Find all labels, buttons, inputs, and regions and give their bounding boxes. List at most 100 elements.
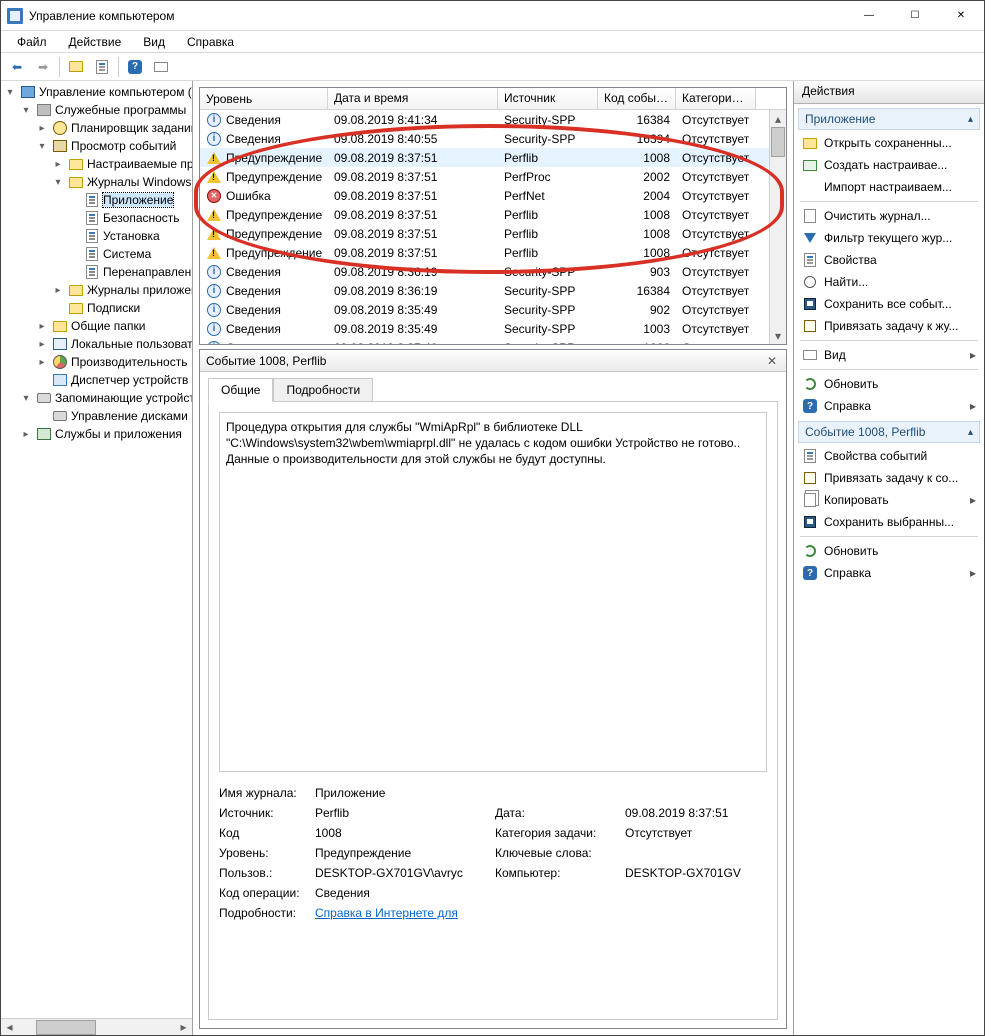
maximize-button[interactable]: ☐ bbox=[892, 1, 938, 31]
event-row[interactable]: Предупреждение09.08.2019 8:37:51PerfProc… bbox=[200, 167, 786, 186]
tree-device-manager[interactable]: Диспетчер устройств bbox=[33, 371, 192, 389]
action-filter-log[interactable]: Фильтр текущего жур... bbox=[798, 227, 980, 249]
menu-view[interactable]: Вид bbox=[133, 33, 175, 51]
event-row[interactable]: Предупреждение09.08.2019 8:37:51Perflib1… bbox=[200, 243, 786, 262]
toolbar-properties[interactable] bbox=[90, 55, 114, 79]
action-event-refresh[interactable]: Обновить bbox=[798, 540, 980, 562]
expander-icon[interactable]: ▸ bbox=[35, 337, 49, 351]
tree-horizontal-scrollbar[interactable]: ◂ ▸ bbox=[1, 1018, 192, 1035]
expander-icon[interactable]: ▾ bbox=[3, 85, 17, 99]
toolbar-action-pane[interactable] bbox=[149, 55, 173, 79]
tree-log-forwarded[interactable]: Перенаправление bbox=[65, 263, 192, 281]
tree-custom-views[interactable]: ▸ Настраиваемые представления bbox=[49, 155, 192, 173]
tab-details[interactable]: Подробности bbox=[273, 378, 373, 401]
action-refresh[interactable]: Обновить bbox=[798, 373, 980, 395]
tree-services-apps[interactable]: ▸ Службы и приложения bbox=[17, 425, 192, 443]
event-row[interactable]: Сведения09.08.2019 8:36:19Security-SPP90… bbox=[200, 262, 786, 281]
tree-task-scheduler[interactable]: ▸ Планировщик заданий bbox=[33, 119, 192, 137]
event-row[interactable]: Сведения09.08.2019 8:36:19Security-SPP16… bbox=[200, 281, 786, 300]
tree-log-setup[interactable]: Установка bbox=[65, 227, 192, 245]
event-row[interactable]: Сведения09.08.2019 8:35:40Security-SPP10… bbox=[200, 338, 786, 344]
event-row[interactable]: Предупреждение09.08.2019 8:37:51Perflib1… bbox=[200, 205, 786, 224]
action-view[interactable]: Вид ▸ bbox=[798, 344, 980, 366]
action-import-custom-view[interactable]: Импорт настраиваем... bbox=[798, 176, 980, 198]
tree-local-users[interactable]: ▸ Локальные пользователи bbox=[33, 335, 192, 353]
col-category[interactable]: Категория з... bbox=[676, 88, 756, 109]
collapse-icon[interactable]: ▴ bbox=[968, 114, 973, 125]
action-create-custom-view[interactable]: Создать настраивае... bbox=[798, 154, 980, 176]
minimize-button[interactable]: — bbox=[846, 1, 892, 31]
scroll-up-icon[interactable]: ▴ bbox=[770, 110, 786, 127]
tree-storage[interactable]: ▾ Запоминающие устройства Управление дис… bbox=[17, 389, 192, 425]
action-event-help[interactable]: Справка ▸ bbox=[798, 562, 980, 584]
scroll-right-icon[interactable]: ▸ bbox=[175, 1019, 192, 1036]
action-group-event[interactable]: Событие 1008, Perflib ▴ bbox=[798, 421, 980, 443]
action-copy[interactable]: Копировать ▸ bbox=[798, 489, 980, 511]
tree-shared-folders[interactable]: ▸ Общие папки bbox=[33, 317, 192, 335]
tree-subscriptions[interactable]: Подписки bbox=[49, 299, 192, 317]
toolbar-forward[interactable]: ➡ bbox=[31, 55, 55, 79]
tree-windows-logs[interactable]: ▾ Журналы Windows bbox=[49, 173, 192, 281]
tree-system-tools[interactable]: ▾ Служебные программы ▸ Планировщик зада… bbox=[17, 101, 192, 389]
tree-event-viewer[interactable]: ▾ Просмотр событий ▸ Н bbox=[33, 137, 192, 317]
expander-icon[interactable]: ▾ bbox=[19, 103, 33, 117]
tree-performance[interactable]: ▸ Производительность bbox=[33, 353, 192, 371]
menu-file[interactable]: Файл bbox=[7, 33, 57, 51]
action-save-all-events[interactable]: Сохранить все событ... bbox=[798, 293, 980, 315]
action-event-attach-task[interactable]: Привязать задачу к со... bbox=[798, 467, 980, 489]
event-row[interactable]: Предупреждение09.08.2019 8:37:51Perflib1… bbox=[200, 148, 786, 167]
event-list-body[interactable]: Сведения09.08.2019 8:41:34Security-SPP16… bbox=[200, 110, 786, 344]
toolbar-help[interactable] bbox=[123, 55, 147, 79]
close-button[interactable]: ✕ bbox=[938, 1, 984, 31]
action-clear-log[interactable]: Очистить журнал... bbox=[798, 205, 980, 227]
tree-app-logs[interactable]: ▸ Журналы приложений и служб bbox=[49, 281, 192, 299]
expander-icon[interactable]: ▸ bbox=[51, 157, 65, 171]
collapse-icon[interactable]: ▴ bbox=[968, 427, 973, 438]
tab-general[interactable]: Общие bbox=[208, 378, 273, 402]
event-row[interactable]: Сведения09.08.2019 8:35:49Security-SPP10… bbox=[200, 319, 786, 338]
detail-close-button[interactable]: ✕ bbox=[764, 353, 780, 369]
action-find[interactable]: Найти... bbox=[798, 271, 980, 293]
expander-icon[interactable]: ▾ bbox=[19, 391, 33, 405]
link-online-help[interactable]: Справка в Интернете для bbox=[315, 906, 458, 920]
toolbar-show-hide-tree[interactable] bbox=[64, 55, 88, 79]
expander-icon[interactable]: ▸ bbox=[51, 283, 65, 297]
tree-log-system[interactable]: Система bbox=[65, 245, 192, 263]
event-row[interactable]: Сведения09.08.2019 8:41:34Security-SPP16… bbox=[200, 110, 786, 129]
expander-icon[interactable]: ▾ bbox=[51, 175, 65, 189]
col-source[interactable]: Источник bbox=[498, 88, 598, 109]
action-attach-task[interactable]: Привязать задачу к жу... bbox=[798, 315, 980, 337]
menu-action[interactable]: Действие bbox=[59, 33, 132, 51]
scroll-left-icon[interactable]: ◂ bbox=[1, 1019, 18, 1036]
action-group-application[interactable]: Приложение ▴ bbox=[798, 108, 980, 130]
event-row[interactable]: Сведения09.08.2019 8:35:49Security-SPP90… bbox=[200, 300, 786, 319]
event-row[interactable]: Сведения09.08.2019 8:40:55Security-SPP16… bbox=[200, 129, 786, 148]
col-level[interactable]: Уровень bbox=[200, 88, 328, 109]
scroll-down-icon[interactable]: ▾ bbox=[770, 327, 786, 344]
expander-icon[interactable]: ▸ bbox=[35, 355, 49, 369]
tree-log-security[interactable]: Безопасность bbox=[65, 209, 192, 227]
tree-root[interactable]: ▾ Управление компьютером (локальный) ▾ С… bbox=[1, 83, 192, 443]
event-row[interactable]: Предупреждение09.08.2019 8:37:51Perflib1… bbox=[200, 224, 786, 243]
scroll-thumb[interactable] bbox=[771, 127, 785, 157]
toolbar-back[interactable]: ⬅ bbox=[5, 55, 29, 79]
action-properties[interactable]: Свойства bbox=[798, 249, 980, 271]
expander-icon[interactable]: ▸ bbox=[19, 427, 33, 441]
col-eventid[interactable]: Код события bbox=[598, 88, 676, 109]
expander-icon[interactable]: ▸ bbox=[35, 319, 49, 333]
event-row[interactable]: Ошибка09.08.2019 8:37:51PerfNet2004Отсут… bbox=[200, 186, 786, 205]
action-save-selected[interactable]: Сохранить выбранны... bbox=[798, 511, 980, 533]
tree-log-application[interactable]: Приложение bbox=[65, 191, 192, 209]
tree-disk-management[interactable]: Управление дисками bbox=[33, 407, 192, 425]
expander-icon[interactable]: ▾ bbox=[35, 139, 49, 153]
scroll-track[interactable] bbox=[770, 127, 786, 327]
action-label: Вид bbox=[824, 348, 846, 362]
action-help[interactable]: Справка ▸ bbox=[798, 395, 980, 417]
list-vertical-scrollbar[interactable]: ▴ ▾ bbox=[769, 110, 786, 344]
expander-icon[interactable]: ▸ bbox=[35, 121, 49, 135]
scroll-thumb[interactable] bbox=[36, 1020, 96, 1035]
menu-help[interactable]: Справка bbox=[177, 33, 244, 51]
action-open-saved-log[interactable]: Открыть сохраненны... bbox=[798, 132, 980, 154]
col-datetime[interactable]: Дата и время bbox=[328, 88, 498, 109]
action-event-properties[interactable]: Свойства событий bbox=[798, 445, 980, 467]
